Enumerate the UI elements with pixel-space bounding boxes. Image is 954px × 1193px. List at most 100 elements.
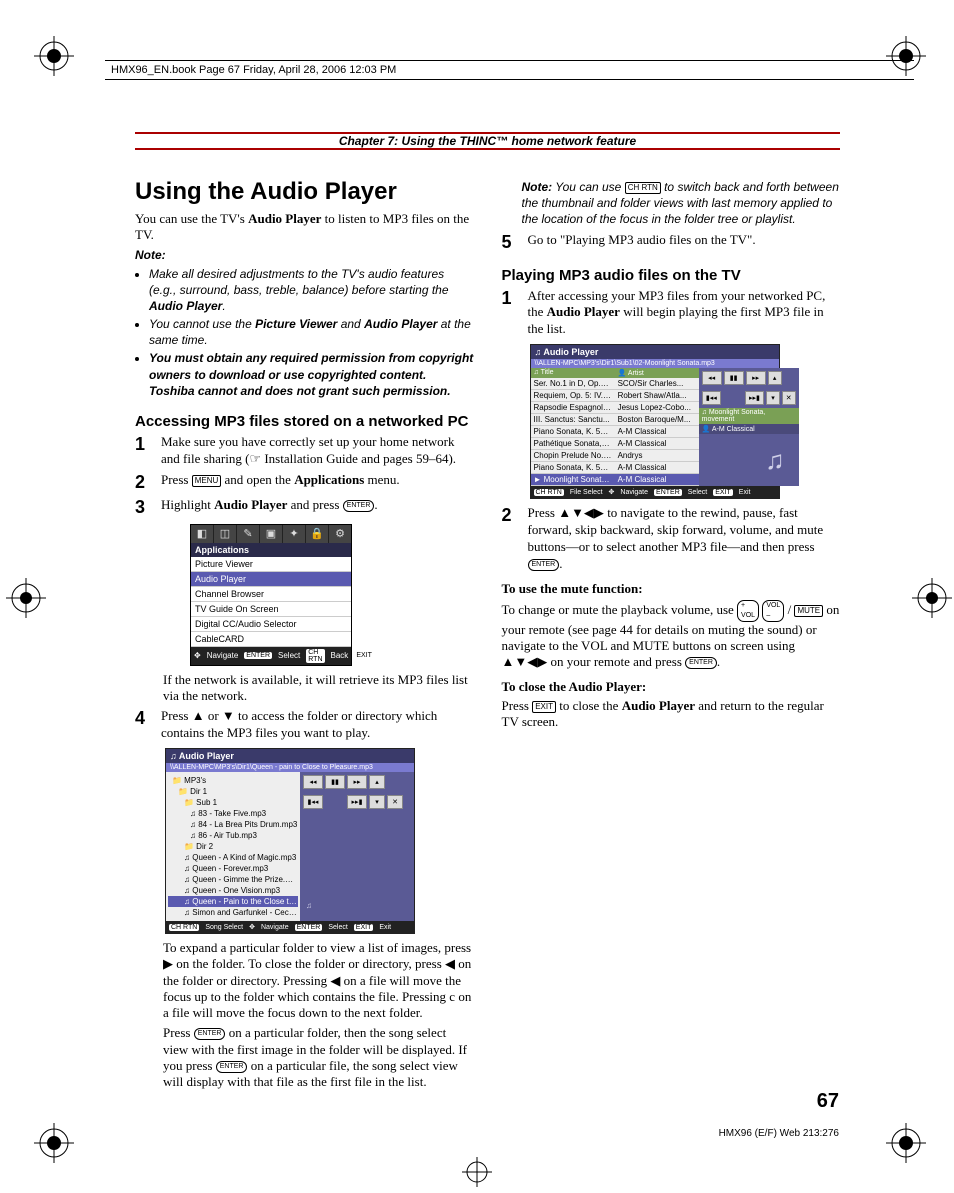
register-mark-icon [886,1123,926,1163]
tree-row: ♫ Queen - Pain to the Close to Pleasure.… [168,896,298,907]
ap-footer: CH RTNFile Select ✥Navigate ENTERSelect … [531,486,779,498]
table-row: Chopin Prelude No. ...Andrys [531,450,699,462]
table-row: Ser. No.1 in D, Op.11...SCO/Sir Charles.… [531,378,699,390]
skip-back-icon: ▮◂◂ [702,391,722,405]
press-enter-para: Press ENTER on a particular folder, then… [163,1025,474,1090]
after-menu-text: If the network is available, it will ret… [163,672,474,705]
tree-row: ♫ Queen - Forever.mp3 [168,863,298,874]
register-mark-icon [34,36,74,76]
now-artist: 👤 A-M Classical [699,424,799,434]
step-text: Press ▲▼◀▶ to navigate to the rewind, pa… [528,505,841,573]
step-number: 1 [502,288,520,339]
tab-icon: ▣ [260,525,283,543]
app-menu-item: TV Guide On Screen [191,602,351,617]
header-text: HMX96_EN.book Page 67 Friday, April 28, … [111,64,396,76]
step-number: 3 [135,497,153,518]
ap-controls: ◂◂ ▮▮ ▸▸ ▴ ▮◂◂ ▸▸▮ ▾ ✕ ♫ [300,772,414,921]
right-column: Note: You can use CH RTN to switch back … [502,175,841,1094]
table-row: Rapsodie Espagnole:...Jesus Lopez-Cobo..… [531,402,699,414]
skip-fwd-icon: ▸▸▮ [347,795,367,809]
table-row: Piano Sonata, K. 545...A-M Classical [531,426,699,438]
step-text: Press MENU and open the Applications men… [161,472,474,493]
register-mark-icon [912,578,952,618]
step-number: 4 [135,708,153,742]
vol-down-icon: ▾ [766,391,780,405]
app-menu-item: Picture Viewer [191,557,351,572]
tab-icon: ◫ [214,525,237,543]
subheading-playing: Playing MP3 audio files on the TV [502,267,841,284]
pause-icon: ▮▮ [724,371,744,385]
table-row: Piano Sonata, K. 545...A-M Classical [531,462,699,474]
table-row: Pathétique Sonata, m...A-M Classical [531,438,699,450]
audio-player-tree: ♫ Audio Player \\ALLEN-MPC\MP3's\Dir1\Qu… [165,748,415,934]
tab-icon: ⚙ [329,525,351,543]
note-bullet: You cannot use the Picture Viewer and Au… [149,316,474,348]
enter-key-icon: ENTER [685,657,717,669]
table-row: ► Moonlight Sonata, mo...A-M Classical [531,474,699,486]
chrtn-chip: CH RTN [306,649,324,663]
ap-path: \\ALLEN-MPC\MP3's\Dir1\Queen - pain to C… [166,763,414,772]
nav-icon: ✥ [194,651,201,660]
exit-key-icon: EXIT [532,701,556,713]
tree-row: ♫ Queen - One Vision.mp3 [168,885,298,896]
mute-icon: ✕ [387,795,403,809]
app-menu-item: Digital CC/Audio Selector [191,617,351,632]
col-artist: 👤 Artist [615,368,699,378]
music-note-icon: ♫ [306,901,320,915]
enter-key-icon: ENTER [216,1061,248,1073]
tab-icon: ✦ [283,525,306,543]
chapter-rule: Chapter 7: Using the THINC™ home network… [135,132,840,150]
crop-cross-icon [462,1157,492,1187]
mute-para: To change or mute the playback volume, u… [502,600,841,671]
subheading-mute: To use the mute function: [502,581,841,596]
enter-key-icon: ENTER [194,1028,226,1040]
tree-row: 📁 Dir 2 [168,841,298,852]
step-text: Go to "Playing MP3 audio files on the TV… [528,232,841,253]
app-menu-item: CableCARD [191,632,351,647]
page-number: 67 [817,1090,839,1113]
app-menu-title: Applications [191,543,351,557]
note-label: Note: [135,248,474,262]
vol-down-key-icon: VOL– [762,600,784,622]
step-number: 1 [135,434,153,468]
ap-title: ♫ Audio Player [166,749,414,763]
register-mark-icon [6,578,46,618]
subheading-accessing: Accessing MP3 files stored on a networke… [135,413,474,430]
expand-para: To expand a particular folder to view a … [163,940,474,1021]
skip-back-icon: ▮◂◂ [303,795,323,809]
app-menu-item: Channel Browser [191,587,351,602]
step-text: Press ▲ or ▼ to access the folder or dir… [161,708,474,742]
note-bullet: You must obtain any required permission … [149,350,474,399]
subheading-close: To close the Audio Player: [502,679,841,694]
left-column: Using the Audio Player You can use the T… [135,175,474,1094]
vol-up-icon: ▴ [369,775,385,789]
col2-note: Note: You can use CH RTN to switch back … [522,179,841,228]
app-menu-footer: ✥Navigate ENTERSelect CH RTNBack EXITExi… [191,647,351,665]
app-menu-item-selected: Audio Player [191,572,351,587]
table-row: III. Sanctus: Sanctu...Boston Baroque/M.… [531,414,699,426]
ap-tree: 📁 MP3's📁 Dir 1📁 Sub 1♫ 83 - Take Five.mp… [166,772,300,921]
skip-fwd-icon: ▸▸▮ [745,391,765,405]
menu-key-icon: MENU [192,475,222,487]
tree-row: 📁 Sub 1 [168,797,298,808]
audio-player-list: ♫ Audio Player \\ALLEN-MPC\MP3's\Dir1\Su… [530,344,780,499]
now-playing: ♫ Moonlight Sonata, movement [699,408,799,424]
nav-icon: ✥ [249,923,255,931]
step-text: Highlight Audio Player and press ENTER. [161,497,474,518]
tree-row: ♫ Queen - Gimme the Prize.mp3 [168,874,298,885]
section-heading: Using the Audio Player [135,179,474,205]
tab-icon: 🔒 [306,525,329,543]
chapter-title: Chapter 7: Using the THINC™ home network… [339,134,636,148]
ffwd-icon: ▸▸ [347,775,367,789]
step-number: 2 [502,505,520,573]
tree-row: ♫ Queen - A Kind of Magic.mp3 [168,852,298,863]
register-mark-icon [34,1123,74,1163]
mute-icon: ✕ [782,391,796,405]
rewind-icon: ◂◂ [303,775,323,789]
tree-row: ♫ 84 - La Brea Pits Drum.mp3 [168,819,298,830]
rewind-icon: ◂◂ [702,371,722,385]
footer-code: HMX96 (E/F) Web 213:276 [719,1128,839,1139]
chrtn-key-icon: CH RTN [625,182,661,194]
step-number: 5 [502,232,520,253]
tree-row: ♫ Simon and Garfunkel - Cecilia.mp3 [168,907,298,918]
